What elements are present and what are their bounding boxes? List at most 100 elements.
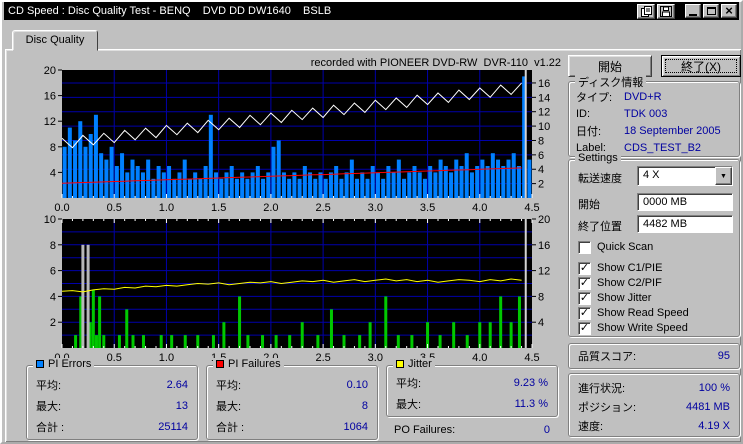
quick-scan-row: Quick Scan <box>578 240 653 254</box>
minimize-button[interactable] <box>685 4 701 18</box>
maximize-button[interactable] <box>703 4 719 18</box>
show-write-speed-checkbox[interactable]: ✓ <box>578 321 591 335</box>
progress-value: 100 % <box>698 381 730 394</box>
svg-text:8: 8 <box>50 240 56 252</box>
max-value: 8 <box>361 399 368 412</box>
svg-text:10: 10 <box>538 121 550 133</box>
svg-text:3.5: 3.5 <box>420 202 435 214</box>
show-read-speed-label: Show Read Speed <box>597 307 689 319</box>
svg-text:1.5: 1.5 <box>211 202 226 214</box>
show-c2-pif-checkbox[interactable]: ✓ <box>578 276 591 290</box>
pi-failures-legend: PI Failures <box>213 358 284 370</box>
show-c1-pie-checkbox[interactable]: ✓ <box>578 261 591 275</box>
tab-page: recorded with PIONEER DVD-RW DVR-110 v1.… <box>5 49 741 442</box>
avg-label: 平均: <box>36 379 62 392</box>
show-jitter-checkbox[interactable]: ✓ <box>578 291 591 305</box>
svg-text:4.5: 4.5 <box>524 202 539 214</box>
pi-failures-swatch <box>216 360 224 368</box>
svg-text:2.5: 2.5 <box>315 202 330 214</box>
svg-text:8: 8 <box>50 142 56 154</box>
end-pos-input[interactable]: 4482 MB <box>637 215 733 233</box>
type-value: DVD+R <box>624 90 662 103</box>
svg-text:0.5: 0.5 <box>107 202 122 214</box>
chevron-down-icon[interactable]: ▼ <box>715 167 732 185</box>
svg-text:4: 4 <box>538 164 544 176</box>
show-write-speed-row: ✓ Show Write Speed <box>578 321 688 335</box>
show-jitter-row: ✓ Show Jitter <box>578 291 651 305</box>
id-label: ID: <box>576 107 591 120</box>
svg-text:16: 16 <box>538 240 550 252</box>
position-value: 4481 MB <box>685 400 730 413</box>
speed-combobox[interactable]: 4 X ▼ <box>637 166 733 186</box>
date-label: 日付: <box>576 125 602 138</box>
titlebar-buttons: × <box>637 3 739 19</box>
show-read-speed-row: ✓ Show Read Speed <box>578 306 689 320</box>
pi-errors-max-row: 最大: 13 <box>27 395 197 416</box>
svg-text:12: 12 <box>538 107 550 119</box>
settings-group: Settings 転送速度 4 X ▼ 開始 0000 MB 終了位置 4482… <box>568 152 740 337</box>
svg-text:8: 8 <box>538 291 544 303</box>
svg-text:2: 2 <box>50 317 56 329</box>
close-button[interactable]: × <box>721 4 737 18</box>
svg-text:16: 16 <box>538 78 550 90</box>
jitter-avg-row: 平均: 9.23 % <box>387 372 557 393</box>
avg-value: 0.10 <box>346 378 368 391</box>
svg-text:6: 6 <box>50 266 56 278</box>
svg-text:4: 4 <box>50 291 56 303</box>
show-jitter-label: Show Jitter <box>597 292 652 304</box>
svg-text:10: 10 <box>44 214 56 226</box>
id-value: TDK 003 <box>624 107 668 120</box>
progress-label: 進行状況: <box>578 382 626 395</box>
total-label: 合計 : <box>36 421 65 434</box>
tab-disc-quality[interactable]: Disc Quality <box>12 30 98 51</box>
exit-button[interactable]: 終了(X) <box>661 55 741 77</box>
po-failures-value: 0 <box>543 424 550 436</box>
app-window: CD Speed : Disc Quality Test - BENQ DVD … <box>0 0 743 444</box>
titlebar: CD Speed : Disc Quality Test - BENQ DVD … <box>4 2 739 20</box>
position-label: ポジション: <box>578 401 637 414</box>
pi-errors-title: PI Errors <box>48 358 92 370</box>
pi-failures-total-row: 合計 : 1064 <box>207 416 377 437</box>
max-label: 最大: <box>396 398 422 411</box>
pi-failures-avg-row: 平均: 0.10 <box>207 374 377 395</box>
svg-text:2.5: 2.5 <box>315 352 330 364</box>
jitter-stats-group: Jitter 平均: 9.23 % 最大: 11.3 % <box>386 358 558 417</box>
report-button[interactable] <box>637 3 655 19</box>
svg-text:16: 16 <box>44 91 56 103</box>
avg-label: 平均: <box>396 377 422 390</box>
quick-scan-checkbox[interactable] <box>578 240 591 254</box>
speed-row: 速度: 4.19 X <box>569 416 739 435</box>
show-read-speed-checkbox[interactable]: ✓ <box>578 306 591 320</box>
quick-scan-label: Quick Scan <box>597 241 654 253</box>
progress-box: 進行状況: 100 % ポジション: 4481 MB 速度: 4.19 X <box>568 373 740 437</box>
svg-text:3.0: 3.0 <box>368 352 383 364</box>
show-c2-pif-label: Show C2/PIF <box>597 277 662 289</box>
pi-errors-swatch <box>36 360 44 368</box>
svg-text:12: 12 <box>538 266 550 278</box>
svg-text:4.0: 4.0 <box>472 352 487 364</box>
save-button[interactable] <box>657 3 675 19</box>
end-pos-label: 終了位置 <box>578 221 622 233</box>
avg-value: 2.64 <box>166 378 188 391</box>
svg-text:0.0: 0.0 <box>54 202 69 214</box>
total-label: 合計 : <box>216 421 245 434</box>
save-icon <box>660 5 672 17</box>
avg-value: 9.23 % <box>513 376 548 389</box>
max-label: 最大: <box>36 400 62 413</box>
jitter-legend: Jitter <box>393 358 435 370</box>
show-c2-pif-row: ✓ Show C2/PIF <box>578 276 662 290</box>
date-value: 18 September 2005 <box>624 124 721 137</box>
speed-value: 4.19 X <box>698 419 730 432</box>
svg-text:1.0: 1.0 <box>159 352 174 364</box>
svg-text:4.0: 4.0 <box>472 202 487 214</box>
show-c1-pie-row: ✓ Show C1/PIE <box>578 261 662 275</box>
svg-text:1.0: 1.0 <box>159 202 174 214</box>
disc-id-row: ID: TDK 003 <box>569 105 739 122</box>
show-write-speed-label: Show Write Speed <box>597 322 688 334</box>
start-pos-input[interactable]: 0000 MB <box>637 193 733 211</box>
pi-failures-title: PI Failures <box>228 358 281 370</box>
svg-text:3.0: 3.0 <box>368 202 383 214</box>
type-label: タイプ: <box>576 91 613 104</box>
disc-info-title: ディスク情報 <box>575 74 647 90</box>
start-pos-label: 開始 <box>578 199 600 211</box>
